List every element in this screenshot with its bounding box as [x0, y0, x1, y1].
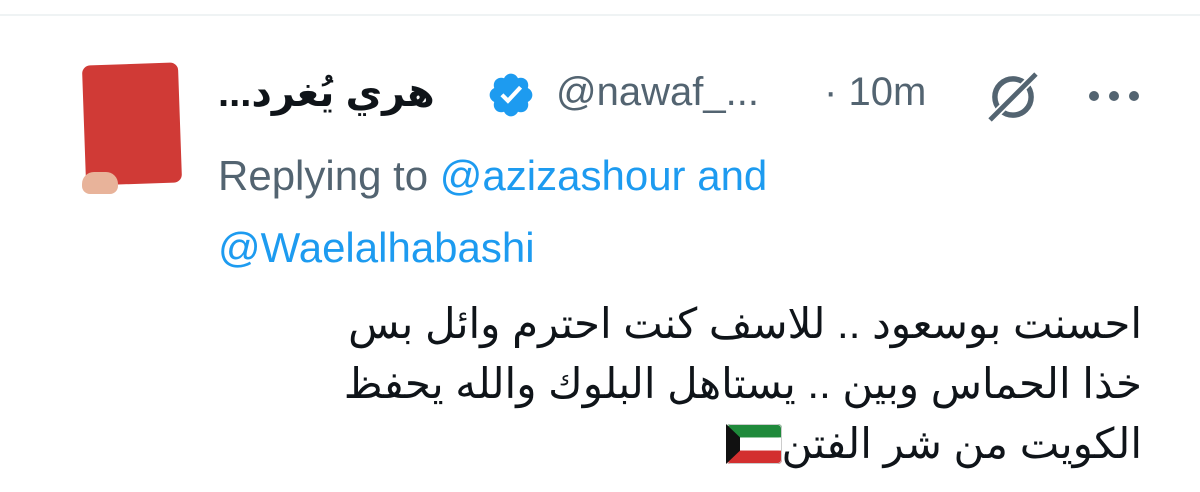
tweet-text-line: احسنت بوسعود .. للاسف كنت احترم وائل بس — [348, 300, 1142, 347]
top-divider — [0, 14, 1200, 16]
display-name[interactable]: هري يُغرد... — [218, 70, 435, 116]
hand-image — [82, 172, 118, 194]
time-separator: · — [824, 70, 838, 114]
tweet-header: هري يُغرد... @nawaf_... · 10m — [218, 64, 1158, 124]
tweet-text-line: الكويت من شر الفتن — [242, 414, 1142, 474]
replying-to-label: Replying to — [218, 152, 429, 199]
mention-link-azizashour[interactable]: @azizashour — [440, 152, 686, 199]
tweet-time[interactable]: · 10m — [824, 70, 926, 115]
more-options-icon[interactable] — [1086, 86, 1142, 106]
time-value: 10m — [848, 70, 927, 114]
mention-and-link[interactable]: and — [697, 152, 767, 199]
replying-to: Replying to @azizashour and @Waelalhabas… — [218, 140, 978, 284]
red-card-image — [81, 62, 183, 186]
tweet-text-line-3: الكويت من شر الفتن — [781, 420, 1143, 467]
kuwait-flag-icon — [725, 424, 782, 464]
tweet-text: احسنت بوسعود .. للاسف كنت احترم وائل بس … — [242, 294, 1142, 474]
mention-link-waelalhabashi[interactable]: @Waelalhabashi — [218, 224, 535, 271]
grok-icon[interactable] — [984, 68, 1042, 126]
avatar[interactable] — [76, 54, 188, 196]
author-handle[interactable]: @nawaf_... — [556, 70, 759, 115]
tweet-text-line: خذا الحماس وبين .. يستاهل البلوك والله ي… — [343, 360, 1142, 407]
verified-badge-icon — [489, 73, 533, 117]
